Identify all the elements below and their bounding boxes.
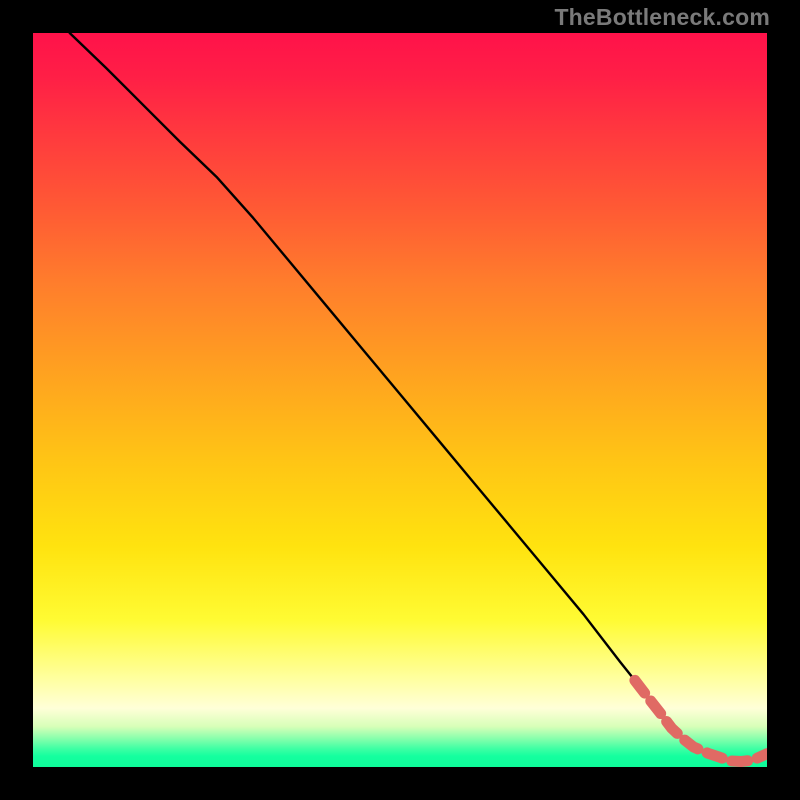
chart-svg [33, 33, 767, 767]
marker-dash-line [635, 680, 767, 761]
plot-area [33, 33, 767, 767]
chart-stage: TheBottleneck.com [0, 0, 800, 800]
curve-line [70, 33, 767, 762]
watermark-text: TheBottleneck.com [554, 4, 770, 31]
